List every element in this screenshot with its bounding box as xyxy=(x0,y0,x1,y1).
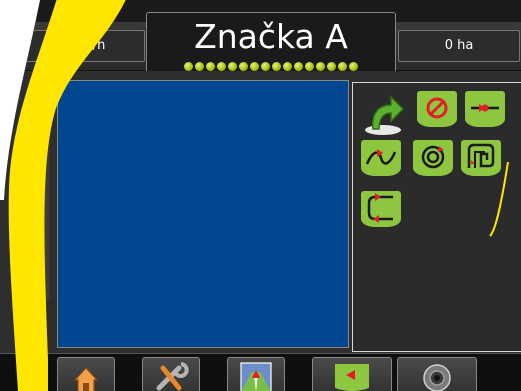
signal-dot xyxy=(250,62,259,71)
signal-dot xyxy=(184,62,193,71)
area-value: 0 ha xyxy=(444,38,474,53)
signal-dot xyxy=(239,62,248,71)
signal-dot xyxy=(338,62,347,71)
signal-dot xyxy=(316,62,325,71)
page-title: Značka A xyxy=(194,17,348,56)
marker-title-box[interactable]: Značka A xyxy=(146,12,396,76)
signal-dot xyxy=(283,62,292,71)
signal-dot xyxy=(195,62,204,71)
straight-ab-icon[interactable] xyxy=(465,91,505,127)
camera-tab[interactable] xyxy=(397,357,477,391)
guidance-mode-tab[interactable] xyxy=(312,357,392,391)
area-readout[interactable]: 0 ha xyxy=(398,30,520,62)
guidance-view-icon xyxy=(240,362,272,391)
guidance-view-tab[interactable] xyxy=(227,357,285,391)
no-guidance-icon[interactable] xyxy=(417,91,457,127)
signal-dot xyxy=(217,62,226,71)
signal-dot xyxy=(349,62,358,71)
home-icon xyxy=(73,367,99,391)
camera-icon xyxy=(423,364,451,391)
last-pass-icon[interactable] xyxy=(461,140,501,176)
signal-dot xyxy=(294,62,303,71)
signal-dot xyxy=(327,62,336,71)
signal-dot xyxy=(305,62,314,71)
circle-pivot-icon[interactable] xyxy=(413,140,453,176)
signal-dot xyxy=(228,62,237,71)
side-panel-handle[interactable] xyxy=(22,118,50,304)
adaptive-curve-icon[interactable] xyxy=(361,191,401,227)
speed-value: 0.0 km/h xyxy=(47,38,106,53)
return-to-point-icon[interactable] xyxy=(361,91,405,137)
home-tab[interactable] xyxy=(57,357,115,391)
speed-readout[interactable]: 0.0 km/h xyxy=(8,30,145,62)
guidance-screen: 0.0 km/h Značka A 0 ha xyxy=(0,0,521,391)
guidance-mode-panel xyxy=(352,82,521,352)
curved-ab-icon[interactable] xyxy=(361,140,401,176)
signal-dot xyxy=(206,62,215,71)
guidance-mode-icon xyxy=(335,364,369,391)
signal-dot xyxy=(261,62,270,71)
tools-tab[interactable] xyxy=(142,357,200,391)
tools-icon xyxy=(156,362,189,391)
guidance-map[interactable] xyxy=(57,80,349,348)
signal-dot xyxy=(272,62,281,71)
satellite-signal-indicator xyxy=(173,62,369,71)
